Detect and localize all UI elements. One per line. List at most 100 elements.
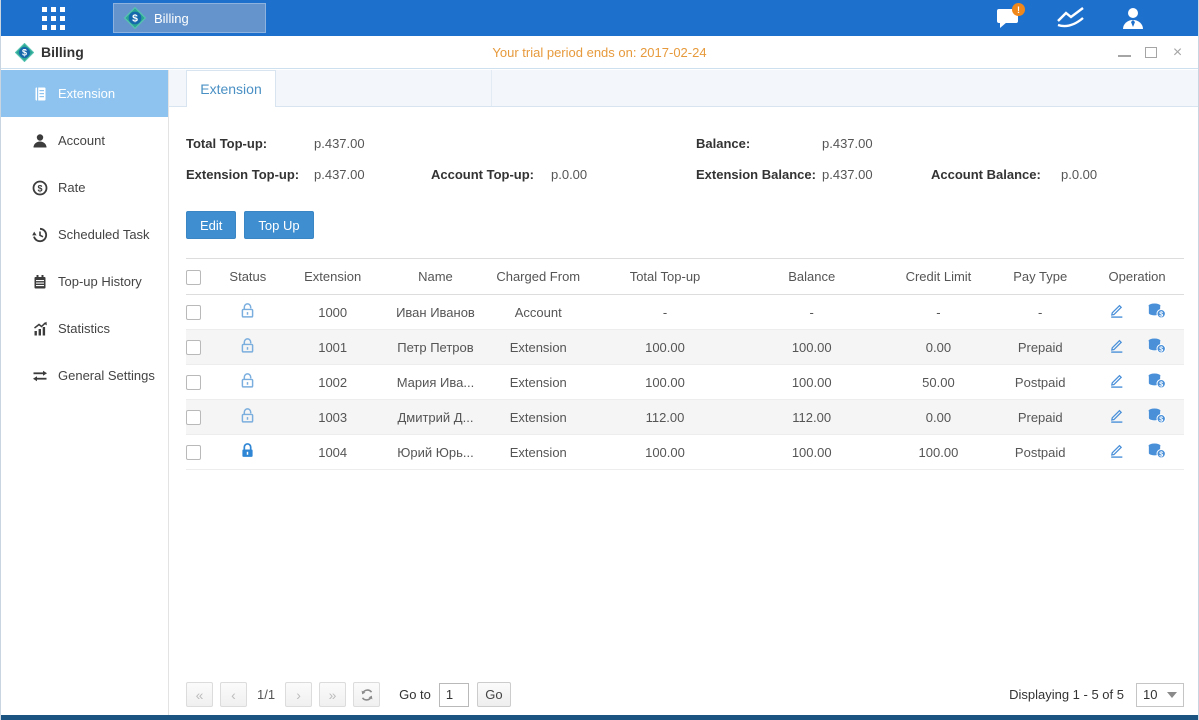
extension-topup-value: p.437.00 [314,167,431,182]
sidebar-item-account[interactable]: Account [1,117,168,164]
pay-type-cell: - [990,295,1090,330]
lock-closed-icon [239,447,256,462]
credit-limit-cell: - [887,295,991,330]
svg-text:$: $ [1159,451,1163,458]
top-up-extension-icon[interactable]: $ [1147,337,1166,357]
select-all-checkbox[interactable] [186,270,201,285]
next-page-button[interactable]: › [285,682,312,707]
first-page-button[interactable]: « [186,682,213,707]
row-checkbox[interactable] [186,305,201,320]
billing-diamond-icon: $ [124,7,146,29]
table-row[interactable]: 1000 Иван Иванов Account - - - - [186,295,1184,330]
page-size-select[interactable]: 10 [1136,683,1184,707]
taskbar-tab-billing[interactable]: $ Billing [113,3,266,33]
edit-extension-icon[interactable] [1108,337,1125,357]
column-header-credit-limit: Credit Limit [887,259,991,295]
edit-extension-icon[interactable] [1108,372,1125,392]
table-row[interactable]: 1001 Петр Петров Extension 100.00 100.00… [186,330,1184,365]
goto-page-input[interactable] [439,683,469,707]
status-cell [218,330,278,365]
total-topup-cell: 100.00 [593,330,737,365]
extension-balance-value: p.437.00 [822,167,931,182]
notifications-button[interactable]: ! [992,3,1026,33]
summary-panel: Total Top-up: p.437.00 Balance: p.437.00… [186,128,1184,190]
name-cell: Дмитрий Д... [388,400,484,435]
sidebar-item-label: Account [58,133,105,148]
sidebar-item-general-settings[interactable]: General Settings [1,352,168,399]
edit-extension-icon[interactable] [1108,442,1125,462]
top-up-extension-icon[interactable]: $ [1147,302,1166,322]
operation-cell: $ [1090,330,1184,365]
tab-divider [491,70,492,106]
balance-cell: - [737,295,887,330]
go-button[interactable]: Go [477,682,511,707]
top-up-button[interactable]: Top Up [244,211,313,239]
row-checkbox[interactable] [186,410,201,425]
tab-strip: Extension [169,70,1198,107]
pay-type-cell: Postpaid [990,435,1090,470]
account-topup-label: Account Top-up: [431,167,551,182]
name-cell: Юрий Юрь... [388,435,484,470]
notification-badge: ! [1012,3,1025,16]
refresh-button[interactable] [353,682,380,707]
top-up-extension-icon[interactable]: $ [1147,372,1166,392]
billing-window: $ Billing ! [0,0,1199,720]
grid-dots-icon [41,6,66,31]
svg-text:$: $ [132,14,138,25]
table-row[interactable]: 1004 Юрий Юрь... Extension 100.00 100.00… [186,435,1184,470]
reports-button[interactable] [1054,3,1088,33]
person-icon [1120,5,1146,31]
sliders-icon [32,368,48,384]
sidebar-item-scheduled-task[interactable]: Scheduled Task [1,211,168,258]
ledger-icon [32,86,48,102]
maximize-button[interactable] [1145,47,1157,58]
tab-extension[interactable]: Extension [186,70,276,107]
minimize-button[interactable] [1118,49,1131,57]
prev-page-button[interactable]: ‹ [220,682,247,707]
column-header-charged-from: Charged From [483,259,593,295]
balance-value: p.437.00 [822,136,873,151]
status-cell [218,365,278,400]
top-up-extension-icon[interactable]: $ [1147,442,1166,462]
sidebar-item-topup-history[interactable]: Top-up History [1,258,168,305]
table-row[interactable]: 1002 Мария Ива... Extension 100.00 100.0… [186,365,1184,400]
last-page-button[interactable]: » [319,682,346,707]
column-header-operation: Operation [1090,259,1184,295]
sidebar-item-statistics[interactable]: Statistics [1,305,168,352]
top-taskbar: $ Billing ! [1,0,1198,36]
column-header-total-topup: Total Top-up [593,259,737,295]
extension-cell: 1001 [278,330,388,365]
edit-extension-icon[interactable] [1108,302,1125,322]
lock-open-icon [239,307,256,322]
user-account-button[interactable] [1116,3,1150,33]
name-cell: Мария Ива... [388,365,484,400]
pay-type-cell: Prepaid [990,400,1090,435]
column-header-pay-type: Pay Type [990,259,1090,295]
taskbar-tab-label: Billing [154,11,189,26]
displaying-text: Displaying 1 - 5 of 5 [1009,687,1124,702]
row-checkbox[interactable] [186,340,201,355]
goto-label: Go to [399,687,431,702]
row-checkbox[interactable] [186,445,201,460]
edit-extension-icon[interactable] [1108,407,1125,427]
sidebar-item-extension[interactable]: Extension [1,70,168,117]
sidebar: Extension Account $ Rate [1,70,169,715]
charged-from-cell: Account [483,295,593,330]
row-checkbox[interactable] [186,375,201,390]
table-header-row: Status Extension Name Charged From Total… [186,259,1184,295]
balance-label: Balance: [696,136,822,151]
svg-text:$: $ [22,47,27,57]
sidebar-item-label: Scheduled Task [58,227,150,242]
extension-balance-label: Extension Balance: [696,167,822,182]
top-up-extension-icon[interactable]: $ [1147,407,1166,427]
credit-limit-cell: 0.00 [887,400,991,435]
lock-open-icon [239,377,256,392]
total-topup-value: p.437.00 [314,136,696,151]
edit-button[interactable]: Edit [186,211,236,239]
page-size-value: 10 [1143,687,1157,702]
app-grid-icon[interactable] [35,6,71,31]
sidebar-item-rate[interactable]: $ Rate [1,164,168,211]
close-button[interactable]: × [1171,46,1184,59]
table-row[interactable]: 1003 Дмитрий Д... Extension 112.00 112.0… [186,400,1184,435]
dollar-circle-icon: $ [32,180,48,196]
